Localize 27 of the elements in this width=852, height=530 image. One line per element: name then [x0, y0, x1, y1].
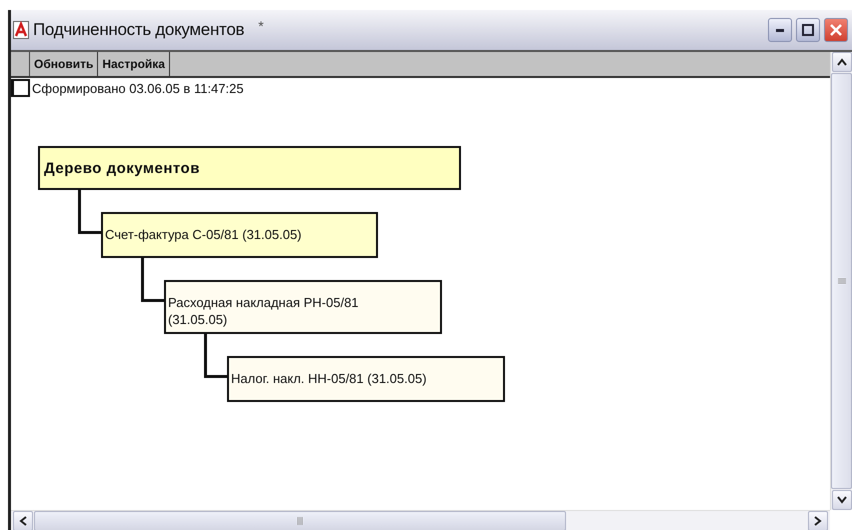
chevron-left-icon	[19, 516, 27, 526]
chevron-down-icon	[836, 496, 846, 504]
document-node[interactable]: Счет-фактура С-05/81 (31.05.05)	[101, 212, 378, 258]
document-node[interactable]: Расходная накладная РН-05/81 (31.05.05)	[164, 280, 442, 334]
close-icon	[829, 23, 843, 37]
horizontal-scrollbar[interactable]	[11, 510, 830, 530]
scroll-down-button[interactable]	[832, 490, 852, 510]
app-icon	[13, 21, 29, 39]
maximize-icon	[802, 24, 814, 36]
grip-icon	[838, 278, 846, 284]
scroll-left-button[interactable]	[13, 510, 33, 530]
modified-mark: *	[258, 18, 264, 34]
grip-icon	[297, 516, 303, 524]
scroll-thumb[interactable]	[34, 510, 566, 530]
generated-timestamp: Сформировано 03.06.05 в 11:47:25	[32, 80, 244, 96]
close-button[interactable]	[824, 18, 848, 42]
square-icon	[11, 79, 30, 97]
scroll-up-button[interactable]	[832, 52, 852, 72]
chevron-right-icon	[814, 516, 822, 526]
document-node[interactable]: Налог. накл. НН-05/81 (31.05.05)	[227, 356, 505, 402]
minimize-button[interactable]	[768, 18, 792, 42]
document-node[interactable]: Дерево документов	[38, 146, 461, 190]
minimize-icon	[776, 28, 784, 32]
window-title: Подчиненность документов	[33, 20, 244, 40]
maximize-button[interactable]	[796, 18, 820, 42]
scroll-right-button[interactable]	[808, 510, 828, 530]
chevron-up-icon	[836, 58, 846, 66]
